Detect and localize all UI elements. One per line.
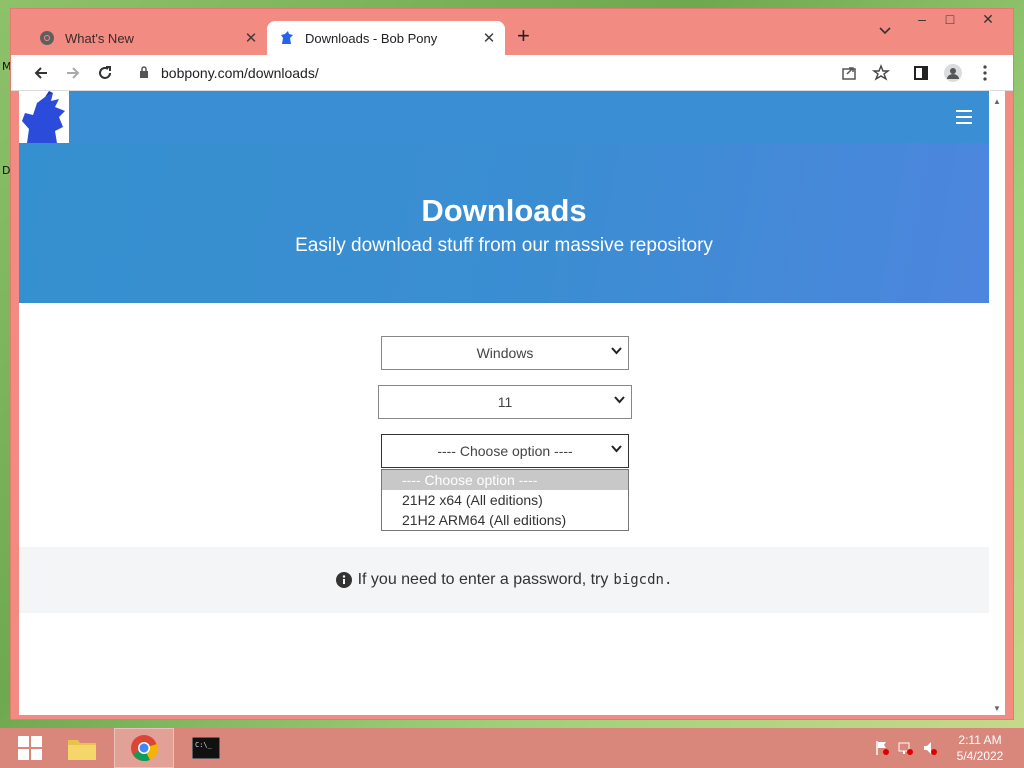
file-explorer-button[interactable] (52, 728, 112, 768)
browser-toolbar: bobpony.com/downloads/ (11, 55, 1013, 91)
chrome-taskbar-button[interactable] (114, 728, 174, 768)
forward-icon[interactable] (63, 63, 83, 83)
close-tab-icon[interactable]: ✕ (241, 29, 261, 47)
option-select[interactable]: ---- Choose option ---- (381, 434, 629, 468)
page-scrollbar[interactable]: ▲ ▼ (989, 91, 1005, 715)
chevron-down-icon (614, 396, 625, 404)
page-subtitle: Easily download stuff from our massive r… (295, 235, 713, 256)
tab-title: Downloads - Bob Pony (305, 30, 438, 46)
action-center-flag-icon[interactable] (874, 740, 890, 756)
scroll-up-arrow-icon[interactable]: ▲ (993, 97, 1001, 106)
chevron-down-icon (611, 445, 622, 453)
chrome-icon (131, 735, 158, 762)
hamburger-menu-icon[interactable] (956, 110, 972, 128)
chevron-down-icon (611, 347, 622, 355)
start-button[interactable] (0, 728, 60, 768)
site-logo[interactable] (19, 91, 69, 143)
info-text: If you need to enter a password, try (357, 571, 609, 588)
title-bar: What's New ✕ Downloads - Bob Pony ✕ + – … (11, 9, 1013, 55)
profile-icon[interactable] (943, 63, 963, 83)
volume-icon[interactable] (922, 740, 938, 756)
pony-logo-icon (22, 91, 65, 143)
share-icon[interactable] (839, 63, 859, 83)
hero-banner: Downloads Easily download stuff from our… (19, 143, 989, 303)
version-select[interactable]: 11 (378, 385, 632, 419)
clock-date: 5/4/2022 (956, 749, 1004, 763)
dropdown-option[interactable]: 21H2 x64 (All editions) (382, 490, 628, 510)
taskbar: C:\_ 2:11 AM 5/4/2022 (0, 728, 1024, 768)
close-button[interactable]: ✕ (973, 11, 1003, 28)
taskbar-clock[interactable]: 2:11 AM 5/4/2022 (946, 732, 1014, 764)
folder-icon (68, 740, 96, 760)
windows-logo-icon (18, 736, 42, 760)
scroll-down-arrow-icon[interactable]: ▼ (993, 704, 1001, 713)
option-select-value: ---- Choose option ---- (437, 443, 573, 459)
chrome-icon (40, 31, 54, 45)
page-viewport: Downloads Easily download stuff from our… (19, 91, 1005, 715)
terminal-taskbar-button[interactable]: C:\_ (176, 728, 236, 768)
maximize-button[interactable]: □ (935, 11, 965, 27)
tab-title: What's New (65, 30, 134, 46)
option-dropdown-list: ---- Choose option ---- 21H2 x64 (All ed… (381, 469, 629, 531)
browser-window: What's New ✕ Downloads - Bob Pony ✕ + – … (10, 8, 1014, 720)
close-tab-icon[interactable]: ✕ (479, 29, 499, 47)
info-icon (335, 572, 352, 588)
network-icon[interactable] (898, 740, 914, 756)
version-select-value: 11 (497, 394, 513, 410)
password-info-bar: If you need to enter a password, try big… (19, 547, 989, 613)
os-select[interactable]: Windows (381, 336, 629, 370)
tab-whats-new[interactable]: What's New ✕ (27, 21, 267, 55)
bookmark-star-icon[interactable] (871, 63, 891, 83)
url-text: bobpony.com/downloads/ (161, 65, 319, 81)
password-text: bigcdn. (613, 572, 673, 588)
page-title: Downloads (421, 193, 587, 228)
address-bar[interactable]: bobpony.com/downloads/ (129, 59, 871, 87)
chevron-down-icon[interactable] (879, 27, 891, 35)
tab-downloads[interactable]: Downloads - Bob Pony ✕ (267, 21, 505, 55)
reload-icon[interactable] (95, 63, 115, 83)
back-icon[interactable] (31, 63, 51, 83)
dropdown-option[interactable]: ---- Choose option ---- (382, 470, 628, 490)
clock-time: 2:11 AM (958, 733, 1002, 747)
site-navbar (19, 91, 989, 143)
bob-pony-icon (281, 31, 293, 44)
dropdown-option[interactable]: 21H2 ARM64 (All editions) (382, 510, 628, 530)
os-select-value: Windows (476, 345, 534, 361)
side-panel-icon[interactable] (911, 63, 931, 83)
new-tab-button[interactable]: + (517, 25, 530, 47)
menu-kebab-icon[interactable] (975, 63, 995, 83)
lock-icon[interactable] (139, 66, 149, 79)
command-prompt-icon: C:\_ (192, 737, 220, 759)
svg-text:C:\_: C:\_ (195, 741, 213, 749)
minimize-button[interactable]: – (907, 11, 937, 27)
